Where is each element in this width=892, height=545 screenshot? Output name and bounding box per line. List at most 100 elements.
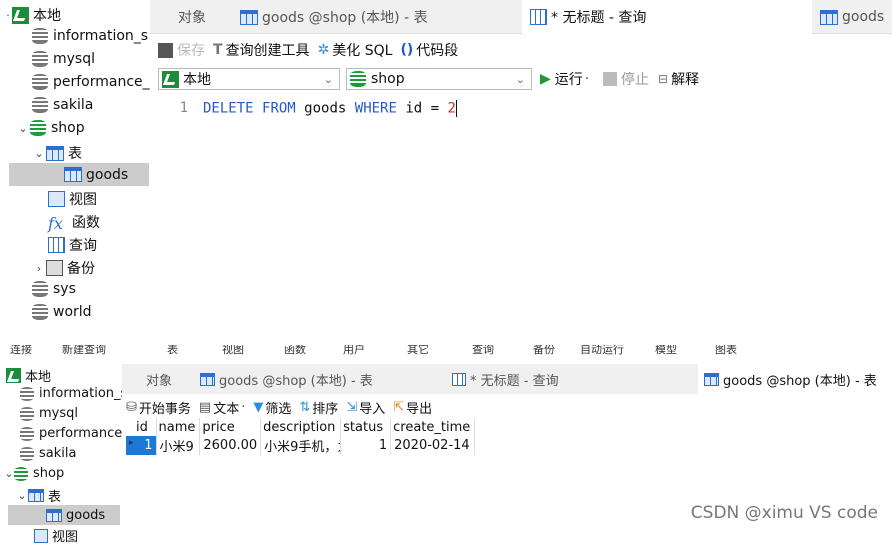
tree-folder-views[interactable]: 视图	[34, 526, 78, 545]
tree-db-information_schema[interactable]: information_s	[20, 386, 127, 401]
chevron-down-icon[interactable]: ⌄	[4, 467, 14, 480]
database-icon	[30, 120, 46, 136]
run-label: 运行	[554, 72, 583, 88]
snippet-button[interactable]: () 代码段	[400, 40, 458, 60]
toolbar-table[interactable]: 表	[167, 345, 178, 357]
toolbar-automation[interactable]: 自动运行	[580, 345, 624, 357]
database-icon	[32, 28, 48, 44]
tree-db-sys[interactable]: sys	[32, 281, 76, 297]
cell-description[interactable]: 小米9手机，为	[260, 436, 342, 455]
sql-keyword: DELETE	[203, 100, 254, 117]
sparkle-icon: ✲	[317, 42, 330, 58]
begin-transaction-button[interactable]: ⛁ 开始事务	[126, 398, 191, 417]
chevron-down-icon[interactable]: ⌄	[32, 147, 46, 160]
column-header-id[interactable]: id	[126, 418, 157, 436]
toolbar-new-query[interactable]: 新建查询	[62, 345, 106, 357]
tree-label: 备份	[67, 261, 95, 277]
tree-folder-tables[interactable]: ⌄ 表	[16, 486, 61, 505]
cell-name[interactable]: 小米9	[156, 436, 201, 455]
database-select[interactable]: shop ⌄	[346, 68, 532, 90]
tab-label: * 无标题 - 查询	[470, 373, 559, 389]
tree-folder-queries[interactable]: 查询	[48, 235, 97, 255]
tab-goods-active[interactable]: goods @shop (本地) - 表	[698, 364, 892, 394]
text-button[interactable]: ▤ 文本 ·	[199, 398, 245, 417]
tab-untitled-query[interactable]: * 无标题 - 查询	[446, 364, 696, 394]
explain-button[interactable]: ⊟ 解释	[658, 69, 699, 89]
tree-db-information_schema[interactable]: information_s	[32, 28, 148, 44]
chevron-down-icon[interactable]: ·	[4, 9, 12, 22]
filter-button[interactable]: ▼ 筛选	[253, 398, 291, 417]
chevron-down-icon[interactable]: ⌄	[16, 122, 30, 135]
column-header-status[interactable]: status	[340, 418, 392, 436]
cell-id[interactable]: ▸ 1	[126, 436, 157, 455]
query-builder-button[interactable]: T 查询创建工具	[213, 40, 310, 60]
column-header-price[interactable]: price	[199, 418, 262, 436]
toolbar-view[interactable]: 视图	[222, 345, 244, 357]
run-button[interactable]: ▶ 运行 ·	[540, 69, 589, 89]
sort-button[interactable]: ⇅ 排序	[299, 398, 338, 417]
tree-folder-tables[interactable]: ⌄ 表	[32, 143, 82, 163]
tree-folder-views[interactable]: 视图	[48, 189, 97, 209]
tree-db-shop[interactable]: ⌄ shop	[16, 120, 85, 136]
tree-db-sakila[interactable]: sakila	[32, 97, 93, 113]
tab-goods[interactable]: goods	[812, 0, 892, 34]
tree-db-sakila[interactable]: sakila	[20, 446, 76, 461]
tab-bar: 对象 goods @shop (本地) - 表 * 无标题 - 查询 goods	[150, 0, 892, 34]
tree-label: 函数	[72, 215, 100, 231]
toolbar-other[interactable]: 其它	[407, 345, 429, 357]
filter-icon: ▼	[253, 399, 264, 415]
toolbar-query[interactable]: 查询	[472, 345, 494, 357]
toolbar-connection[interactable]: 连接	[10, 345, 32, 357]
stop-button[interactable]: 停止	[603, 69, 649, 89]
tab-objects[interactable]: 对象	[140, 364, 202, 394]
dropdown-dot-icon: ·	[241, 399, 246, 415]
tree-db-performance_schema[interactable]: performance_	[32, 74, 150, 90]
chevron-down-icon[interactable]: ⌄	[16, 489, 28, 502]
tree-label: goods	[86, 166, 129, 183]
grid-header-row: id name price description status create_…	[126, 418, 476, 436]
sql-editor[interactable]: 1 DELETE FROM goods WHERE id = 2	[150, 95, 892, 338]
tree-table-goods[interactable]: goods	[9, 163, 149, 186]
chevron-right-icon[interactable]: ›	[32, 262, 46, 275]
save-button[interactable]: 保存	[158, 40, 205, 60]
column-header-description[interactable]: description	[260, 418, 342, 436]
toolbar-backup[interactable]: 备份	[533, 345, 555, 357]
connection-select[interactable]: 本地 ⌄	[158, 68, 340, 90]
tree-db-world[interactable]: world	[32, 304, 92, 320]
toolbar-function[interactable]: 函数	[284, 345, 306, 357]
tree-table-goods[interactable]: goods	[8, 505, 120, 525]
toolbar-user[interactable]: 用户	[343, 345, 365, 357]
tree-db-mysql[interactable]: mysql	[20, 406, 78, 421]
function-icon: fx	[48, 214, 63, 233]
tree-connection-local[interactable]: 本地	[6, 366, 51, 385]
tree-label: performance_	[53, 74, 150, 90]
import-button[interactable]: ⇲ 导入	[346, 398, 385, 417]
toolbar-chart[interactable]: 图表	[715, 345, 737, 357]
toolbar-model[interactable]: 模型	[655, 345, 677, 357]
tree-folder-backups[interactable]: › 备份	[32, 258, 95, 278]
text-icon: ▤	[198, 399, 212, 415]
column-header-name[interactable]: name	[156, 418, 201, 436]
tree-label: 视图	[52, 530, 79, 545]
tree-label: sakila	[53, 97, 94, 113]
tab-goods-table[interactable]: goods @shop (本地) - 表	[232, 0, 432, 34]
export-button[interactable]: ⇱ 导出	[393, 398, 432, 417]
tree-db-performance_schema[interactable]: performance_	[20, 426, 129, 441]
tree-connection-local[interactable]: · 本地	[4, 5, 61, 25]
beautify-sql-button[interactable]: ✲ 美化 SQL	[318, 40, 393, 60]
cell-status[interactable]: 1	[340, 436, 392, 455]
tab-untitled-query[interactable]: * 无标题 - 查询	[522, 0, 812, 34]
cell-create-time[interactable]: 2020-02-14 0	[390, 436, 476, 455]
column-header-create-time[interactable]: create_time	[390, 418, 476, 436]
tree-folder-functions[interactable]: fx 函数	[48, 212, 100, 233]
tree-label: performance_	[39, 426, 129, 441]
explain-label: 解释	[671, 72, 700, 88]
database-icon	[20, 406, 34, 421]
cell-price[interactable]: 2600.00	[199, 436, 262, 455]
transaction-icon: ⛁	[126, 399, 137, 415]
tree-db-mysql[interactable]: mysql	[32, 51, 95, 67]
tree-db-shop[interactable]: ⌄ shop	[4, 466, 64, 481]
import-label: 导入	[359, 401, 386, 417]
tab-goods-table[interactable]: goods @shop (本地) - 表	[194, 364, 374, 394]
table-row[interactable]: ▸1 小米9 2600.00 小米9手机，为 1 2020-02-14 0	[126, 436, 476, 455]
